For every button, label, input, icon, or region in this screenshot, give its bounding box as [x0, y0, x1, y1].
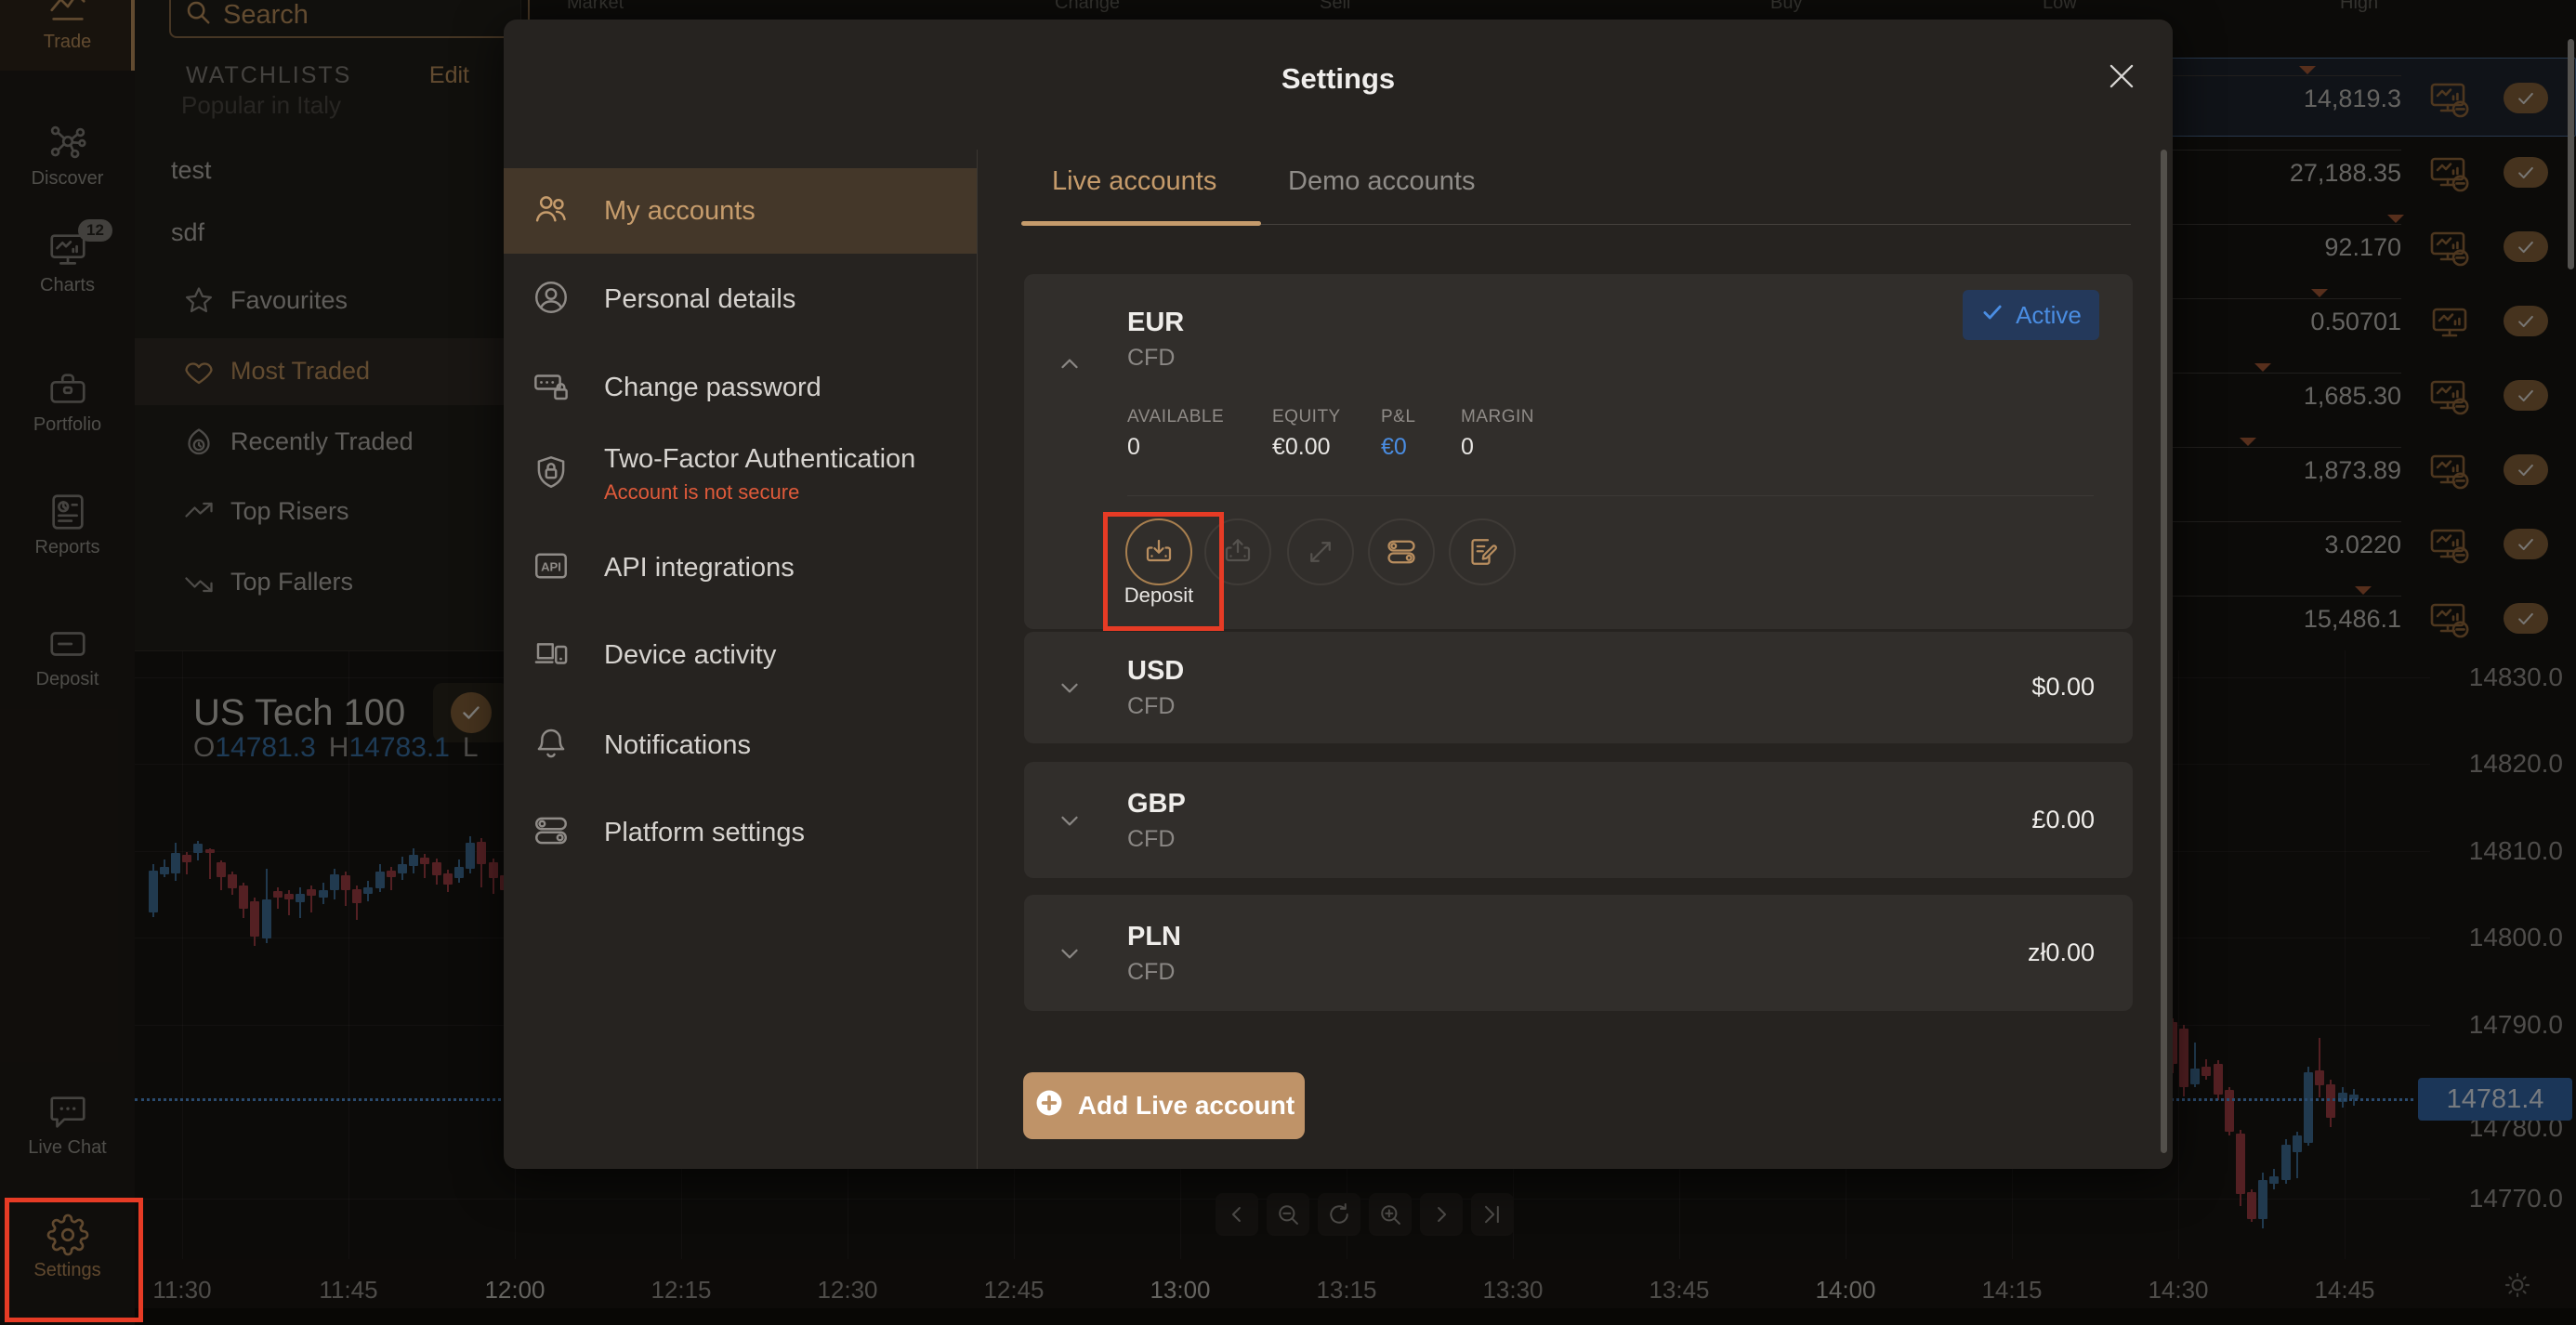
chevron-down-icon [1061, 816, 1078, 825]
annotation-box-deposit [1103, 512, 1224, 631]
chevron-down-icon [1061, 949, 1078, 958]
account-type: CFD [1127, 345, 1176, 371]
chevron-down-icon[interactable] [1056, 807, 1084, 839]
bell-icon [537, 728, 565, 757]
password-lock-icon [534, 374, 568, 400]
nav-item-label: Platform settings [604, 817, 805, 847]
nav-item-notifications[interactable]: Notifications [504, 702, 977, 788]
check-icon [1980, 300, 2004, 331]
devices-icon [532, 634, 571, 677]
account-balance: £0.00 [2031, 805, 2095, 833]
shield-lock-icon [537, 455, 565, 488]
nav-item-personal-details[interactable]: Personal details [504, 256, 977, 342]
account-currency: USD [1127, 656, 1185, 686]
stat-label-equity: EQUITY [1272, 407, 1341, 426]
account-type: CFD [1127, 958, 1176, 985]
stat-label-available: AVAILABLE [1127, 407, 1225, 426]
toggles-icon [535, 817, 567, 844]
active-badge-label: Active [2016, 300, 2082, 329]
security-warning-text: Account is not secure [604, 479, 800, 504]
close-icon[interactable] [2098, 57, 2139, 98]
settings-nav: My accounts Personal details Change passwo… [504, 150, 978, 1169]
tab-demo-accounts[interactable]: Demo accounts [1288, 166, 1476, 197]
annotation-box-settings [5, 1198, 143, 1322]
account-card-gbp[interactable]: GBP CFD £0.00 [1024, 762, 2133, 878]
modal-scrollbar[interactable] [2161, 150, 2167, 1153]
chevron-up-icon [1061, 359, 1078, 369]
account-balance: zł0.00 [2027, 938, 2095, 966]
nav-item-api-integrations[interactable]: API API integrations [504, 525, 977, 610]
person-circle-icon [532, 278, 571, 321]
nav-item-change-password[interactable]: Change password [504, 345, 977, 430]
close-icon [2109, 64, 2134, 87]
trading-app-window: Market Change Sell Buy Low High Trade Discover… [0, 0, 2576, 1325]
card-divider [1127, 495, 2094, 496]
modal-title: Settings [1281, 62, 1396, 95]
toggles-icon [1387, 540, 1415, 564]
api-icon: API [535, 553, 567, 578]
check-icon [1983, 305, 2002, 319]
nav-item-my-accounts[interactable]: My accounts [504, 168, 977, 254]
nav-item-label: Two-Factor Authentication [604, 443, 916, 474]
add-live-account-label: Add Live account [1077, 1091, 1295, 1120]
password-lock-icon [532, 366, 571, 410]
chevron-down-icon[interactable] [1056, 939, 1084, 972]
people-icon [532, 190, 571, 233]
account-balance: $0.00 [2031, 673, 2095, 701]
person-circle-icon [535, 281, 567, 313]
people-icon [535, 195, 566, 221]
nav-item-label: API integrations [604, 552, 795, 583]
svg-text:API: API [541, 559, 561, 573]
stat-value-p&l: €0 [1381, 434, 1407, 460]
chevron-down-icon[interactable] [1056, 674, 1084, 706]
stat-value-equity: €0.00 [1272, 434, 1331, 460]
account-currency: EUR [1127, 308, 1185, 337]
settings-modal: Settings My accounts Personal details Chan… [504, 20, 2173, 1169]
nav-item-platform-settings[interactable]: Platform settings [504, 790, 977, 875]
stat-label-p&l: P&L [1381, 407, 1416, 426]
nav-item-device-activity[interactable]: Device activity [504, 612, 977, 698]
plus-icon [1036, 1090, 1062, 1115]
toggles-icon [532, 811, 571, 855]
account-card-pln[interactable]: PLN CFD zł0.00 [1024, 895, 2133, 1011]
api-icon: API [532, 546, 571, 590]
transfer-icon [1310, 542, 1331, 562]
nav-item-label: Personal details [604, 283, 796, 314]
shield-lock-icon [532, 453, 571, 496]
account-action-transfer [1287, 518, 1354, 585]
account-currency: GBP [1127, 788, 1186, 819]
stat-value-available: 0 [1127, 434, 1140, 460]
nav-item-label: My accounts [604, 195, 756, 226]
account-action-statement[interactable] [1449, 518, 1516, 585]
devices-icon [534, 642, 568, 664]
account-action-manage[interactable] [1368, 518, 1435, 585]
chevron-up-icon[interactable] [1056, 350, 1084, 383]
tab-live-accounts[interactable]: Live accounts [1052, 166, 1216, 197]
plus-icon [1033, 1087, 1065, 1125]
bell-icon [532, 724, 571, 767]
document-edit-icon [1471, 539, 1497, 565]
active-tab-underline [1021, 221, 1261, 226]
add-live-account-button[interactable]: Add Live account [1023, 1072, 1305, 1139]
account-currency: PLN [1127, 921, 1181, 951]
withdraw-icon [1225, 539, 1251, 562]
nav-item-label: Change password [604, 372, 821, 402]
stat-value-margin: 0 [1461, 434, 1474, 460]
nav-item-two-factor-authentication[interactable]: Two-Factor Authentication Account is not … [504, 431, 977, 517]
nav-item-label: Notifications [604, 729, 751, 760]
nav-item-label: Device activity [604, 639, 777, 670]
active-badge: Active [1963, 290, 2099, 340]
account-type: CFD [1127, 693, 1176, 719]
account-type: CFD [1127, 825, 1176, 852]
account-card-usd[interactable]: USD CFD $0.00 [1024, 632, 2133, 743]
stat-label-margin: MARGIN [1461, 407, 1534, 426]
chevron-down-icon [1061, 683, 1078, 693]
